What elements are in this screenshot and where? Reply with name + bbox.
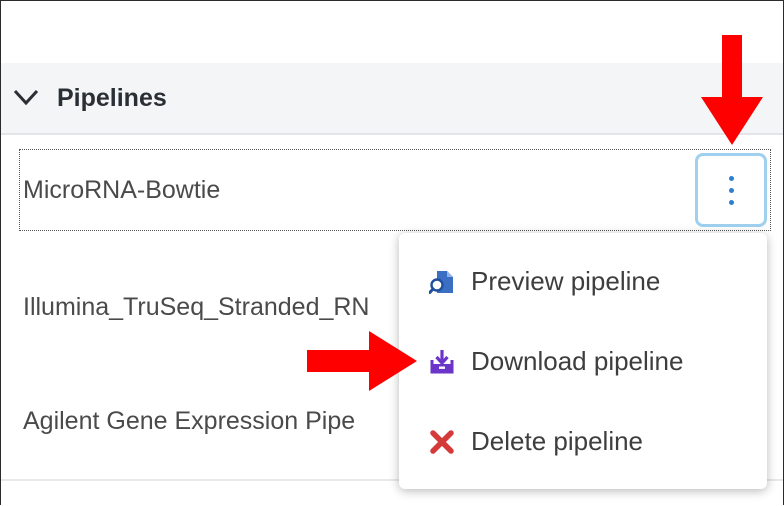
kebab-dot — [729, 188, 734, 193]
pipeline-name[interactable]: Agilent Gene Expression Pipe — [23, 405, 355, 437]
kebab-dot — [729, 176, 734, 181]
annotation-arrow-down-icon — [701, 35, 763, 145]
app-frame: Pipelines MicroRNA-Bowtie Illumina_TruSe… — [0, 0, 784, 505]
pipeline-row[interactable]: MicroRNA-Bowtie — [1, 149, 783, 233]
menu-item-label: Delete pipeline — [471, 426, 644, 456]
menu-item-download-pipeline[interactable]: Download pipeline — [399, 321, 767, 401]
menu-item-delete-pipeline[interactable]: Delete pipeline — [399, 401, 767, 481]
annotation-arrow-right-icon — [307, 331, 417, 391]
download-icon — [430, 350, 454, 374]
pipeline-name[interactable]: MicroRNA-Bowtie — [23, 174, 220, 206]
delete-x-icon — [430, 430, 454, 454]
pipelines-section-header[interactable]: Pipelines — [1, 63, 783, 135]
menu-item-label: Download pipeline — [471, 346, 684, 376]
kebab-dot — [729, 200, 734, 205]
menu-item-preview-pipeline[interactable]: Preview pipeline — [399, 241, 767, 321]
row-actions-kebab-button[interactable] — [695, 153, 767, 227]
pipeline-context-menu: Preview pipeline Download pipeline Delet… — [399, 233, 767, 489]
menu-item-label: Preview pipeline — [471, 266, 661, 296]
section-title: Pipelines — [57, 84, 167, 112]
chevron-down-icon[interactable] — [13, 87, 39, 107]
preview-icon — [429, 271, 453, 294]
pipeline-name[interactable]: Illumina_TruSeq_Stranded_RN — [23, 291, 369, 323]
